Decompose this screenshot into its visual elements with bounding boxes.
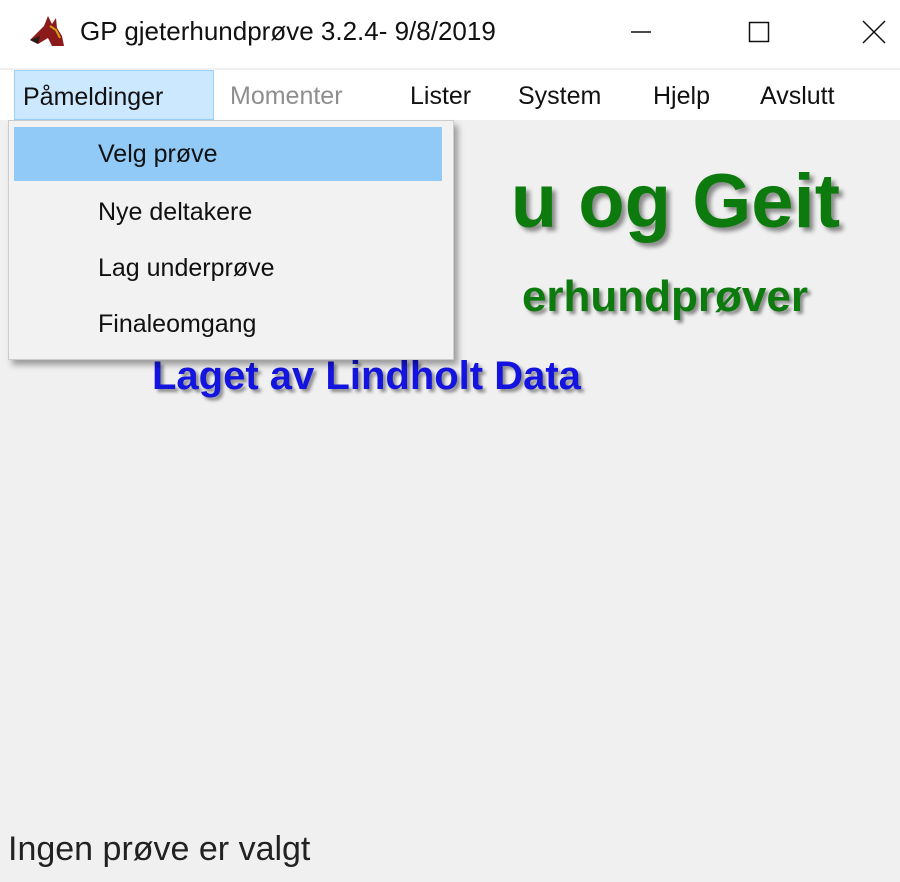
menu-item-lag-underprove[interactable]: Lag underprøve (14, 241, 442, 295)
splash-credit: Laget av Lindholt Data (152, 354, 581, 398)
menu-system[interactable]: System (518, 70, 601, 120)
menu-lister[interactable]: Lister (410, 70, 471, 120)
app-window: GP gjeterhundprøve 3.2.4- 9/8/2019 Påmel… (0, 0, 900, 882)
menu-avslutt[interactable]: Avslutt (760, 70, 835, 120)
menu-item-label: Nye deltakere (98, 198, 253, 226)
menu-item-nye-deltakere[interactable]: Nye deltakere (14, 185, 442, 239)
window-title: GP gjeterhundprøve 3.2.4- 9/8/2019 (80, 16, 496, 46)
menu-bar: Påmeldinger Momenter Lister System Hjelp… (0, 70, 900, 121)
status-text: Ingen prøve er valgt (8, 830, 311, 868)
menu-momenter[interactable]: Momenter (230, 70, 343, 120)
pameldinger-dropdown: Velg prøve Nye deltakere Lag underprøve … (8, 120, 454, 360)
minimize-button[interactable] (612, 0, 670, 64)
menu-item-label: Finaleomgang (98, 310, 257, 338)
maximize-icon (748, 21, 770, 43)
menu-pameldinger[interactable]: Påmeldinger (14, 70, 214, 120)
close-icon (862, 20, 886, 44)
menu-item-label: Lag underprøve (98, 254, 275, 282)
menu-item-velg-prove[interactable]: Velg prøve (14, 127, 442, 181)
maximize-button[interactable] (730, 0, 788, 64)
title-bar: GP gjeterhundprøve 3.2.4- 9/8/2019 (0, 0, 900, 68)
menu-item-finaleomgang[interactable]: Finaleomgang (14, 297, 442, 351)
horse-head-icon (30, 16, 64, 46)
close-button[interactable] (848, 0, 900, 64)
menu-item-label: Velg prøve (98, 140, 218, 168)
minimize-icon (631, 31, 651, 33)
menu-hjelp[interactable]: Hjelp (653, 70, 710, 120)
